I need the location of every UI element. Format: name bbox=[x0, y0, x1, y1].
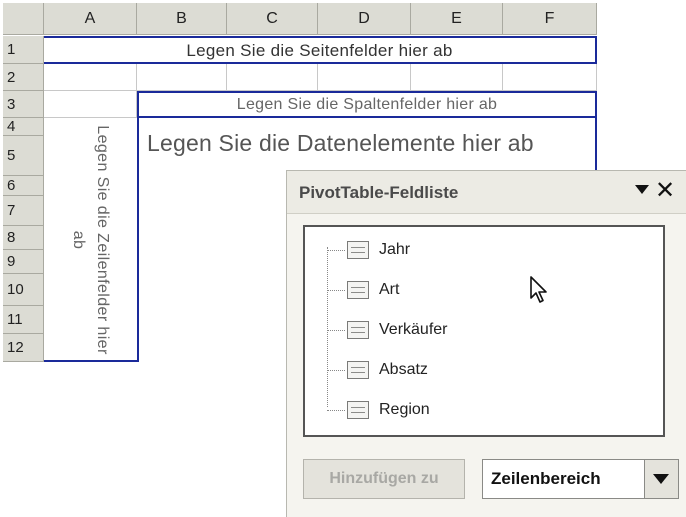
close-icon[interactable]: ✕ bbox=[655, 177, 675, 205]
tree-branch bbox=[327, 289, 345, 291]
area-select-value: Zeilenbereich bbox=[491, 469, 601, 488]
field-list-box: Jahr Art Verkäufer Absatz Region bbox=[303, 225, 665, 437]
field-item-verkaeufer[interactable]: Verkäufer bbox=[327, 313, 447, 347]
row-header-3[interactable]: 3 bbox=[3, 91, 44, 118]
field-icon bbox=[347, 241, 369, 259]
panel-title: PivotTable-Feldliste bbox=[299, 183, 459, 202]
mouse-cursor-icon bbox=[530, 276, 547, 303]
column-header-f[interactable]: F bbox=[503, 3, 597, 35]
data-items-drop-label: Legen Sie die Datenelemente hier ab bbox=[147, 130, 534, 156]
column-header-a[interactable]: A bbox=[44, 3, 137, 35]
row-header-4[interactable]: 4 bbox=[3, 118, 44, 136]
field-item-region[interactable]: Region bbox=[327, 393, 430, 427]
row-header-6[interactable]: 6 bbox=[3, 176, 44, 196]
row-header-5[interactable]: 5 bbox=[3, 136, 44, 176]
column-fields-drop-zone[interactable]: Legen Sie die Spaltenfelder hier ab bbox=[137, 91, 597, 118]
field-icon bbox=[347, 361, 369, 379]
field-label: Absatz bbox=[379, 361, 428, 378]
row-fields-drop-zone[interactable]: Legen Sie die Zeilenfelder hier ab bbox=[44, 118, 137, 362]
row-header-9[interactable]: 9 bbox=[3, 250, 44, 274]
row-header-12[interactable]: 12 bbox=[3, 334, 44, 362]
cell-a3[interactable] bbox=[44, 91, 137, 118]
select-all-corner[interactable] bbox=[3, 3, 44, 35]
row-header-7[interactable]: 7 bbox=[3, 196, 44, 226]
field-label: Region bbox=[379, 401, 430, 418]
column-header-b[interactable]: B bbox=[137, 3, 227, 35]
cell-c2[interactable] bbox=[227, 64, 318, 91]
field-icon bbox=[347, 281, 369, 299]
field-label: Art bbox=[379, 281, 400, 298]
cell-b2[interactable] bbox=[137, 64, 227, 91]
field-label: Verkäufer bbox=[379, 321, 448, 338]
row-header-11[interactable]: 11 bbox=[3, 306, 44, 334]
cell-d2[interactable] bbox=[318, 64, 411, 91]
area-select[interactable]: Zeilenbereich bbox=[482, 459, 679, 499]
row-header-1[interactable]: 1 bbox=[3, 36, 44, 64]
row-header-8[interactable]: 8 bbox=[3, 226, 44, 250]
page-fields-drop-zone[interactable]: Legen Sie die Seitenfelder hier ab bbox=[44, 36, 597, 64]
cell-a2[interactable] bbox=[44, 64, 137, 91]
column-header-d[interactable]: D bbox=[318, 3, 411, 35]
field-item-absatz[interactable]: Absatz bbox=[327, 353, 428, 387]
field-item-jahr[interactable]: Jahr bbox=[327, 233, 410, 267]
field-label: Jahr bbox=[379, 241, 411, 258]
tree-branch bbox=[327, 329, 345, 331]
pivottable-field-list-panel: PivotTable-Feldliste ✕ Jahr Art Verkäufe… bbox=[286, 170, 686, 517]
field-icon bbox=[347, 321, 369, 339]
add-to-button[interactable]: Hinzufügen zu bbox=[303, 459, 465, 499]
cell-e2[interactable] bbox=[411, 64, 503, 91]
panel-title-bar[interactable]: PivotTable-Feldliste ✕ bbox=[287, 171, 686, 214]
chevron-down-icon[interactable] bbox=[635, 185, 649, 194]
row-fields-drop-label: Legen Sie die Zeilenfelder hier ab bbox=[70, 125, 111, 355]
field-icon bbox=[347, 401, 369, 419]
chevron-down-icon bbox=[653, 474, 669, 484]
cell-f2[interactable] bbox=[503, 64, 597, 91]
field-item-art[interactable]: Art bbox=[327, 273, 399, 307]
tree-branch bbox=[327, 369, 345, 371]
column-header-c[interactable]: C bbox=[227, 3, 318, 35]
row-header-10[interactable]: 10 bbox=[3, 274, 44, 306]
tree-branch bbox=[327, 409, 345, 411]
tree-branch bbox=[327, 249, 345, 251]
column-header-e[interactable]: E bbox=[411, 3, 503, 35]
area-select-dropdown-button[interactable] bbox=[644, 460, 678, 498]
row-header-2[interactable]: 2 bbox=[3, 64, 44, 91]
